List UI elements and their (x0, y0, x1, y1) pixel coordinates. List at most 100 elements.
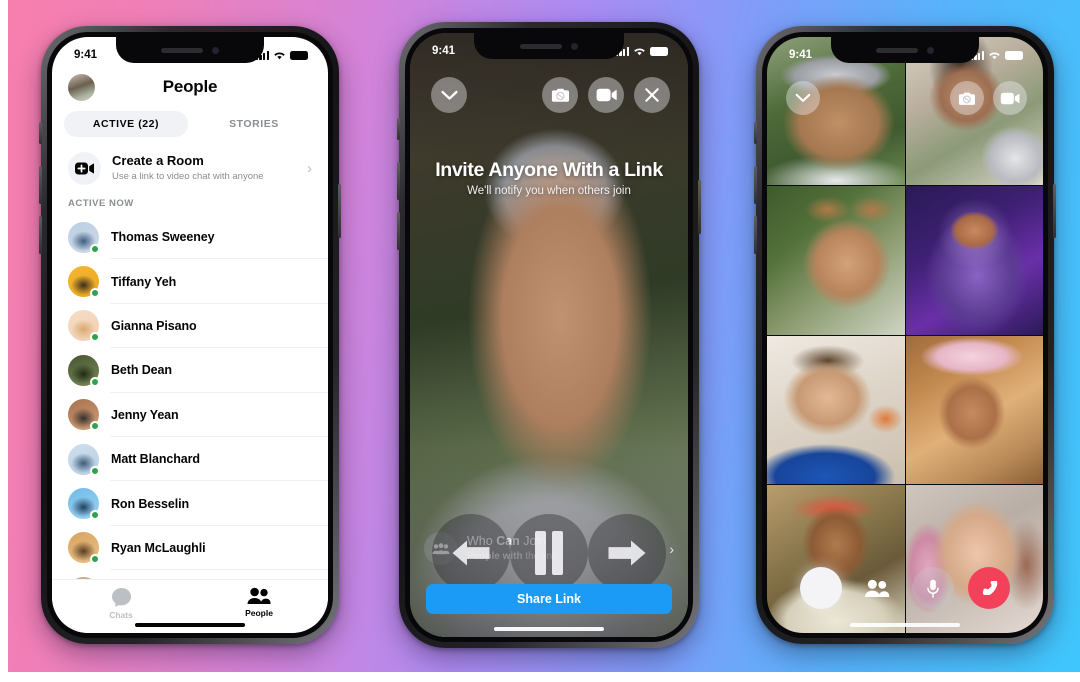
status-time: 9:41 (789, 49, 813, 61)
participant-tile[interactable] (905, 335, 1043, 484)
earpiece-speaker (520, 43, 562, 49)
end-call-button[interactable] (968, 567, 1010, 609)
contact-row[interactable]: Matt Blanchard (52, 437, 328, 482)
contact-name: Matt Blanchard (111, 452, 200, 467)
contact-avatar (68, 443, 100, 476)
people-group-icon (424, 532, 457, 565)
contact-avatar (68, 310, 100, 343)
avatar-image (68, 576, 99, 579)
phone-1-frame: 9:41 People ACTIVE (22) STORIES Create a… (39, 26, 341, 644)
contact-row[interactable]: Beth Dean (52, 348, 328, 393)
online-status-dot (90, 376, 100, 387)
participant-tile[interactable] (905, 186, 1043, 335)
video-camera-icon (1000, 92, 1020, 104)
online-status-dot (90, 465, 100, 476)
online-status-dot (90, 243, 100, 254)
microphone-icon (927, 579, 939, 598)
phone3-mute-switch (754, 122, 757, 144)
active-now-header: ACTIVE NOW (68, 198, 134, 209)
contact-avatar (68, 221, 100, 254)
phone2-volume-down (397, 212, 400, 250)
phone1-volume-up (39, 166, 42, 204)
phone1-volume-down (39, 216, 42, 254)
contact-row[interactable]: Gianna Pisano (52, 304, 328, 349)
chevron-down-icon (795, 93, 811, 102)
wifi-icon (274, 52, 285, 60)
who-can-join-subtitle: People with the link (467, 551, 558, 563)
status-time: 9:41 (432, 45, 456, 57)
nav-tab-chats[interactable]: Chats (52, 587, 190, 620)
mute-button[interactable] (912, 567, 954, 609)
flip-camera-button[interactable] (950, 81, 984, 115)
video-camera-plus-icon (68, 152, 101, 185)
invite-banner: Invite Anyone With a Link We'll notify y… (410, 159, 688, 197)
page-title: People (162, 77, 218, 96)
contact-row[interactable] (52, 570, 328, 579)
people-icon (247, 587, 271, 604)
contact-row[interactable]: Ron Besselin (52, 481, 328, 527)
who-can-join-title: Who Can Join (467, 533, 547, 548)
create-room-title: Create a Room (112, 153, 204, 169)
phone-2-frame: 9:41 Invite Anyone With a Link We'll not… (397, 22, 701, 648)
phone2-screen: 9:41 Invite Anyone With a Link We'll not… (410, 33, 688, 637)
video-camera-icon (596, 88, 617, 102)
earpiece-speaker (876, 47, 918, 53)
create-room-subtitle: Use a link to video chat with anyone (112, 170, 264, 182)
wifi-icon (634, 48, 645, 56)
share-link-button[interactable]: Share Link (426, 584, 672, 614)
tab-active[interactable]: ACTIVE (22) (64, 111, 188, 137)
close-x-icon (645, 88, 659, 102)
nav-tab-people[interactable]: People (190, 587, 328, 618)
phone1-tab-bar: ACTIVE (22) STORIES (52, 107, 328, 143)
participant-tile[interactable] (905, 484, 1043, 633)
nav-label-chats: Chats (109, 610, 133, 620)
contact-avatar (68, 488, 100, 521)
front-camera (212, 46, 219, 54)
phone3-home-indicator[interactable] (850, 622, 960, 627)
participants-button[interactable] (856, 567, 898, 609)
contact-name: Tiffany Yeh (111, 274, 177, 289)
end-call-icon (982, 581, 998, 595)
minimize-button[interactable] (431, 77, 467, 113)
phone1-home-indicator[interactable] (135, 622, 245, 627)
phone2-mute-switch (397, 118, 400, 140)
contacts-list[interactable]: Thomas Sweeney Tiffany Yeh Gianna Pisano Be… (52, 215, 328, 579)
contact-name: Gianna Pisano (111, 318, 197, 333)
flip-camera-button[interactable] (542, 77, 578, 113)
contact-row[interactable]: Jenny Yean (52, 393, 328, 438)
contact-row[interactable]: Thomas Sweeney (52, 215, 328, 260)
phone1-mute-switch (39, 122, 42, 144)
phone2-power-button (698, 180, 701, 234)
gradient-background: 9:41 People ACTIVE (22) STORIES Create a… (8, 0, 1080, 672)
status-time: 9:41 (74, 49, 98, 61)
chevron-right-icon: › (669, 540, 674, 557)
contact-avatar (68, 399, 100, 432)
participant-tile[interactable] (767, 484, 905, 633)
minimize-button[interactable] (786, 81, 820, 115)
contact-name: Thomas Sweeney (111, 230, 215, 245)
front-camera (571, 42, 578, 50)
create-a-room-row[interactable]: Create a Room Use a link to video chat w… (52, 143, 328, 196)
contact-name: Ryan McLaughli (111, 540, 206, 555)
contact-row[interactable]: Ryan McLaughli (52, 526, 328, 571)
chevron-right-icon: › (307, 160, 312, 177)
close-room-button[interactable] (634, 77, 670, 113)
phone2-home-indicator[interactable] (494, 626, 604, 631)
contact-row[interactable]: Tiffany Yeh (52, 259, 328, 305)
contact-name: Ron Besselin (111, 496, 189, 511)
phone3-volume-up (754, 166, 757, 204)
tab-stories[interactable]: STORIES (192, 111, 316, 137)
capture-button[interactable] (800, 567, 842, 609)
contact-avatar (68, 532, 100, 565)
toggle-video-button[interactable] (588, 77, 624, 113)
participant-tile[interactable] (767, 335, 905, 484)
nav-label-people: People (245, 608, 273, 618)
wifi-icon (989, 52, 1000, 60)
who-can-join-row[interactable]: Who Can Join People with the link › (424, 532, 674, 565)
participant-tile[interactable] (767, 186, 905, 335)
people-icon (864, 579, 890, 597)
camera-flip-icon (551, 88, 569, 102)
toggle-video-button[interactable] (993, 81, 1027, 115)
contact-avatar (68, 354, 100, 387)
phone3-screen: 9:41 (767, 37, 1043, 633)
